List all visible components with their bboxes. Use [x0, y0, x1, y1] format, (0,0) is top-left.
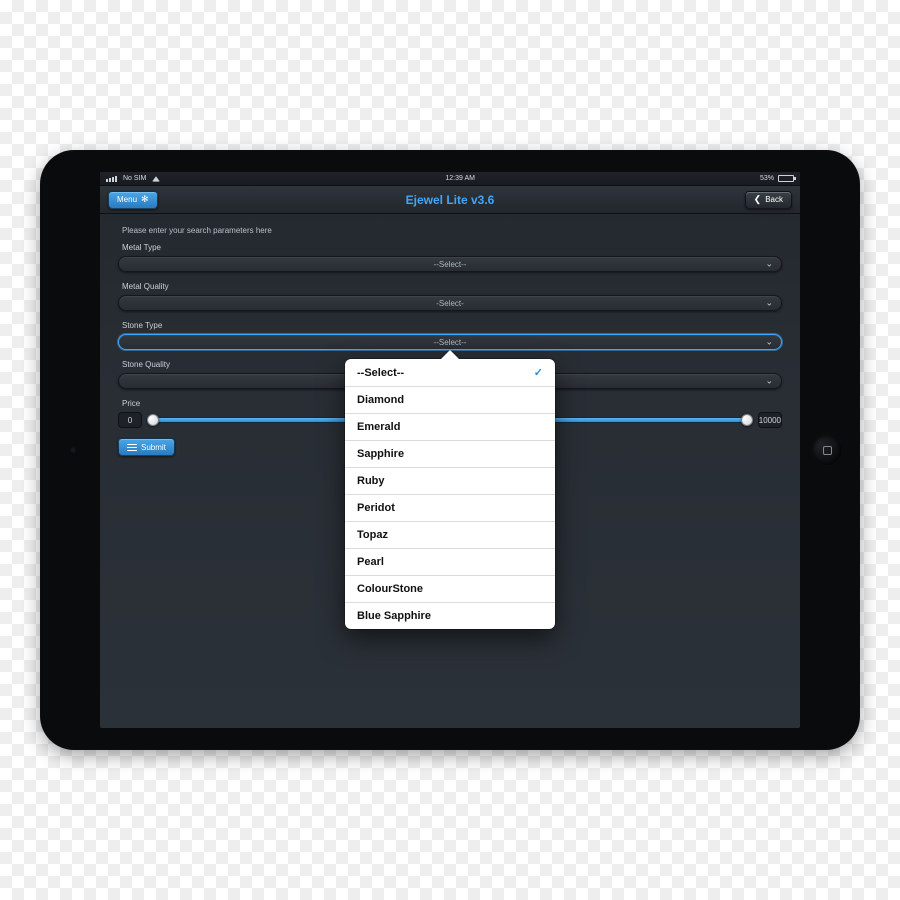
dropdown-option[interactable]: Blue Sapphire	[345, 603, 555, 629]
back-button[interactable]: ❮ Back	[745, 191, 792, 209]
metal-quality-select[interactable]: -Select- ⌄	[118, 295, 782, 311]
app-screen: No SIM 12:39 AM 53% Menu ✻ Ejewel Lite v…	[100, 172, 800, 728]
page-title: Ejewel Lite v3.6	[100, 193, 800, 207]
dropdown-option-label: Blue Sapphire	[357, 610, 431, 622]
dropdown-option[interactable]: Sapphire	[345, 441, 555, 468]
nav-bar: Menu ✻ Ejewel Lite v3.6 ❮ Back	[100, 186, 800, 214]
front-camera	[70, 447, 76, 453]
metal-quality-label: Metal Quality	[122, 282, 786, 291]
carrier-label: No SIM	[123, 175, 146, 182]
chevron-down-icon: ⌄	[765, 376, 773, 387]
menu-label: Menu	[117, 195, 137, 204]
back-label: Back	[765, 195, 783, 204]
dropdown-option[interactable]: Ruby	[345, 468, 555, 495]
metal-type-label: Metal Type	[122, 243, 786, 252]
gear-icon: ✻	[141, 195, 149, 204]
dropdown-option-label: --Select--	[357, 367, 404, 379]
wifi-icon	[152, 176, 160, 181]
dropdown-option-label: Emerald	[357, 421, 400, 433]
dropdown-option-label: Topaz	[357, 529, 388, 541]
dropdown-option[interactable]: Diamond	[345, 387, 555, 414]
dropdown-option-label: ColourStone	[357, 583, 423, 595]
chevron-down-icon: ⌄	[765, 298, 773, 309]
check-icon: ✓	[534, 366, 543, 379]
form-instruction: Please enter your search parameters here	[122, 226, 786, 235]
dropdown-option-label: Ruby	[357, 475, 385, 487]
chevron-down-icon: ⌄	[765, 259, 773, 270]
dropdown-option[interactable]: --Select-- ✓	[345, 359, 555, 387]
menu-button[interactable]: Menu ✻	[108, 191, 158, 209]
battery-icon	[778, 175, 794, 182]
submit-label: Submit	[141, 443, 166, 452]
stone-type-dropdown[interactable]: --Select-- ✓ Diamond Emerald Sapphire Ruby Per…	[345, 359, 555, 629]
popover-arrow-icon	[441, 350, 459, 359]
signal-icon	[106, 176, 117, 182]
list-icon	[127, 443, 137, 451]
dropdown-option[interactable]: Emerald	[345, 414, 555, 441]
metal-type-value: --Select--	[434, 260, 467, 269]
dropdown-option[interactable]: Peridot	[345, 495, 555, 522]
metal-quality-value: -Select-	[436, 299, 464, 308]
stone-type-value: --Select--	[434, 338, 467, 347]
status-bar: No SIM 12:39 AM 53%	[100, 172, 800, 186]
chevron-down-icon: ⌄	[765, 337, 773, 348]
dropdown-option-label: Pearl	[357, 556, 384, 568]
submit-button[interactable]: Submit	[118, 438, 175, 456]
battery-percent: 53%	[760, 175, 774, 182]
metal-type-select[interactable]: --Select-- ⌄	[118, 256, 782, 272]
dropdown-option[interactable]: ColourStone	[345, 576, 555, 603]
stone-type-select[interactable]: --Select-- ⌄	[118, 334, 782, 350]
dropdown-option-label: Peridot	[357, 502, 395, 514]
chevron-left-icon: ❮	[754, 195, 762, 204]
tablet-frame: No SIM 12:39 AM 53% Menu ✻ Ejewel Lite v…	[40, 150, 860, 750]
dropdown-option[interactable]: Pearl	[345, 549, 555, 576]
home-button[interactable]	[812, 435, 842, 465]
status-time: 12:39 AM	[160, 175, 760, 182]
price-max: 10000	[758, 412, 782, 428]
stone-type-label: Stone Type	[122, 321, 786, 330]
price-thumb-min[interactable]	[147, 414, 159, 426]
dropdown-option[interactable]: Topaz	[345, 522, 555, 549]
price-min: 0	[118, 412, 142, 428]
dropdown-option-label: Diamond	[357, 394, 404, 406]
dropdown-option-label: Sapphire	[357, 448, 404, 460]
price-thumb-max[interactable]	[741, 414, 753, 426]
